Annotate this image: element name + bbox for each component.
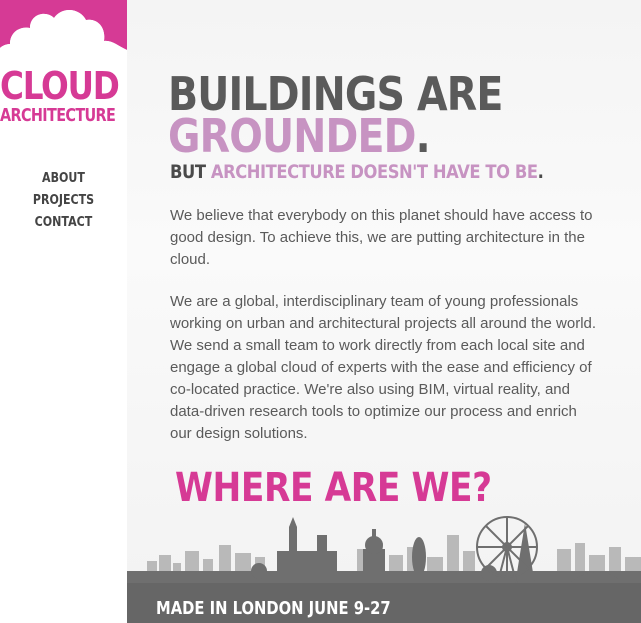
hero-headline-line2: GROUNDED. — [168, 109, 431, 163]
sidebar: CLOUD ARCHITECTURE ABOUT PROJECTS CONTAC… — [0, 0, 128, 623]
logo-subtitle[interactable]: ARCHITECTURE — [0, 106, 116, 126]
hero-subline: BUT ARCHITECTURE DOESN'T HAVE TO BE. — [170, 161, 544, 183]
hero-headline-dot: . — [415, 109, 431, 163]
hero-subline-dot: . — [537, 161, 544, 183]
intro-paragraph: We believe that everybody on this planet… — [170, 207, 593, 268]
logo-title[interactable]: CLOUD — [0, 66, 120, 106]
footer-made-in-london: MADE IN LONDON JUNE 9-27 — [156, 598, 391, 619]
hero-headline-grounded: GROUNDED — [168, 109, 416, 163]
where-heading: WHERE ARE WE? — [175, 465, 492, 511]
hero-subline-accent: ARCHITECTURE DOESN'T HAVE TO BE — [210, 161, 538, 183]
cloud-icon — [0, 0, 127, 62]
hero-subline-but: BUT — [170, 161, 211, 183]
nav-item-about[interactable]: ABOUT — [10, 168, 118, 190]
main-nav: ABOUT PROJECTS CONTACT — [0, 168, 127, 234]
team-paragraph: We are a global, interdisciplinary team … — [170, 293, 597, 442]
nav-item-projects[interactable]: PROJECTS — [10, 190, 118, 212]
nav-item-contact[interactable]: CONTACT — [10, 212, 118, 234]
